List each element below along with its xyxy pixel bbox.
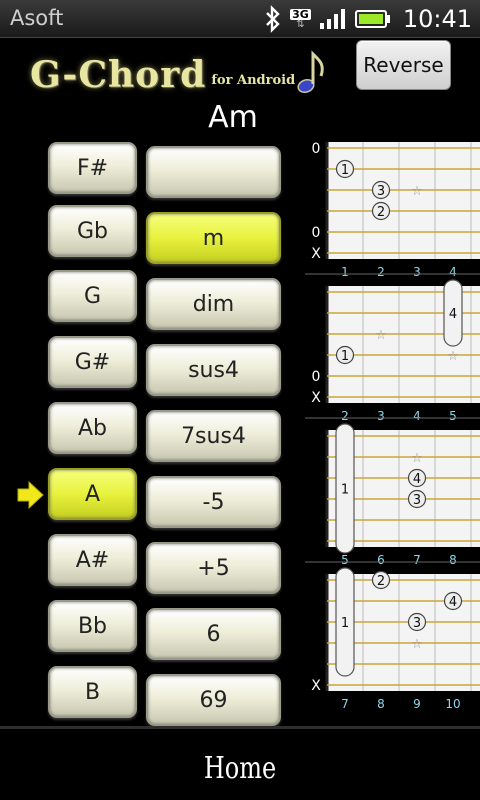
string-mark: X xyxy=(311,390,321,406)
finger-number: 4 xyxy=(449,595,457,610)
fret-number: 7 xyxy=(341,697,349,711)
finger-number: 3 xyxy=(413,493,421,508)
home-button[interactable]: Home xyxy=(48,751,432,786)
chord-type-button[interactable] xyxy=(146,146,281,198)
chord-type-label: -5 xyxy=(202,489,225,515)
selected-key-arrow-icon xyxy=(17,480,44,510)
fretboard xyxy=(327,142,480,259)
star-marker-icon: ☆ xyxy=(411,451,423,466)
chord-diagram: 2 3 4 5 0 X ☆ ☆ 4 1 xyxy=(305,273,480,423)
fret-number: 3 xyxy=(377,409,385,423)
chord-type-label: +5 xyxy=(197,555,230,581)
fret-number: 7 xyxy=(413,553,421,567)
fret-number: 5 xyxy=(449,409,457,423)
status-time: 10:41 xyxy=(402,5,472,33)
key-label: F# xyxy=(76,155,109,181)
finger-number: 1 xyxy=(341,163,349,178)
key-button[interactable]: G# xyxy=(48,336,137,388)
star-marker-icon: ☆ xyxy=(375,328,387,343)
fret-number: 5 xyxy=(341,553,349,567)
star-marker-icon: ☆ xyxy=(447,349,459,364)
fret-number: 4 xyxy=(449,265,457,279)
fret-number: 6 xyxy=(377,553,385,567)
fret-number: 2 xyxy=(377,265,385,279)
finger-number: 4 xyxy=(413,472,421,487)
string-mark: 0 xyxy=(312,141,321,157)
finger-number: 2 xyxy=(377,205,385,220)
battery-icon xyxy=(354,10,390,28)
chord-type-button[interactable]: m xyxy=(146,212,281,264)
fret-number: 8 xyxy=(377,697,385,711)
logo-title: G-Chord xyxy=(30,54,207,96)
star-marker-icon: ☆ xyxy=(411,184,423,199)
chord-type-button[interactable]: -5 xyxy=(146,476,281,528)
barre-finger: 1 xyxy=(341,483,349,498)
chord-type-button[interactable]: +5 xyxy=(146,542,281,594)
barre-finger: 1 xyxy=(341,616,349,631)
finger-number: 3 xyxy=(413,616,421,631)
fret-number: 10 xyxy=(445,697,460,711)
status-bar: Asoft 3G ⇅ 10:41 xyxy=(0,0,480,38)
chord-type-button[interactable]: 6 xyxy=(146,608,281,660)
chord-type-label: 6 xyxy=(206,621,221,647)
key-label: Bb xyxy=(77,613,108,639)
chord-type-button[interactable]: 69 xyxy=(146,674,281,726)
app-logo: G-Chord for Android xyxy=(30,46,327,96)
chord-name: Am xyxy=(208,100,258,135)
chord-type-label: m xyxy=(202,225,225,251)
key-label: Gb xyxy=(76,218,108,244)
reverse-button[interactable]: Reverse xyxy=(356,40,451,90)
bluetooth-icon xyxy=(266,5,280,33)
signal-icon xyxy=(319,9,345,29)
fret-number: 9 xyxy=(413,697,421,711)
key-button[interactable]: Gb xyxy=(48,205,137,257)
finger-number: 1 xyxy=(341,349,349,364)
key-button[interactable]: A xyxy=(48,468,137,520)
fret-number: 4 xyxy=(413,409,421,423)
chord-type-label: dim xyxy=(192,291,235,317)
key-button[interactable]: F# xyxy=(48,142,137,194)
barre-finger: 4 xyxy=(449,307,457,322)
fret-number: 2 xyxy=(341,409,349,423)
network-type-icon: 3G ⇅ xyxy=(290,7,311,30)
key-button[interactable]: B xyxy=(48,666,137,718)
key-label: A# xyxy=(75,547,110,573)
bottom-bar: Home xyxy=(0,726,480,800)
key-button[interactable]: Ab xyxy=(48,402,137,454)
string-mark: X xyxy=(311,678,321,694)
status-icons: 3G ⇅ 10:41 xyxy=(264,4,472,34)
chord-type-button[interactable]: dim xyxy=(146,278,281,330)
star-marker-icon: ☆ xyxy=(411,637,423,652)
status-app-name: Asoft xyxy=(10,6,64,30)
key-label: A xyxy=(84,481,101,507)
string-mark: X xyxy=(311,246,321,262)
chord-type-label: 7sus4 xyxy=(181,423,246,449)
music-note-icon xyxy=(297,50,324,94)
chord-type-button[interactable]: 7sus4 xyxy=(146,410,281,462)
key-button[interactable]: G xyxy=(48,270,137,322)
chord-diagram: 5 6 7 8 ☆ 1 4 3 xyxy=(305,417,480,567)
string-mark: 0 xyxy=(312,225,321,241)
chord-type-label: 69 xyxy=(199,687,228,713)
chord-type-label: sus4 xyxy=(188,357,239,383)
chord-diagram: 1 2 3 4 0 0 X ☆ 1 3 2 xyxy=(311,141,480,279)
key-label: Ab xyxy=(77,415,107,441)
fret-number: 3 xyxy=(413,265,421,279)
string-mark: 0 xyxy=(312,369,321,385)
key-label: G xyxy=(83,283,102,309)
key-label: G# xyxy=(74,349,111,375)
key-label: B xyxy=(84,679,101,705)
chord-type-button[interactable]: sus4 xyxy=(146,344,281,396)
chord-diagram-panel[interactable]: 1 2 3 4 0 0 X ☆ 1 3 2 2 3 4 5 0 X ☆ ☆ 4 1 5 6 7 8 ☆ 1 4 3 7 8 9 10 X ☆ 1 2 4 3 xyxy=(305,138,480,723)
key-button[interactable]: Bb xyxy=(48,600,137,652)
finger-number: 2 xyxy=(377,574,385,589)
finger-number: 3 xyxy=(377,184,385,199)
fret-number: 1 xyxy=(341,265,349,279)
logo-subtitle: for Android xyxy=(211,73,296,88)
chord-diagram: 7 8 9 10 X ☆ 1 2 4 3 xyxy=(305,561,480,711)
key-button[interactable]: A# xyxy=(48,534,137,586)
fret-number: 8 xyxy=(449,553,457,567)
chord-diagrams[interactable]: 1 2 3 4 0 0 X ☆ 1 3 2 2 3 4 5 0 X ☆ ☆ 4 1 5 6 7 8 ☆ 1 4 3 7 8 9 10 X ☆ 1 2 4 3 xyxy=(305,138,480,723)
